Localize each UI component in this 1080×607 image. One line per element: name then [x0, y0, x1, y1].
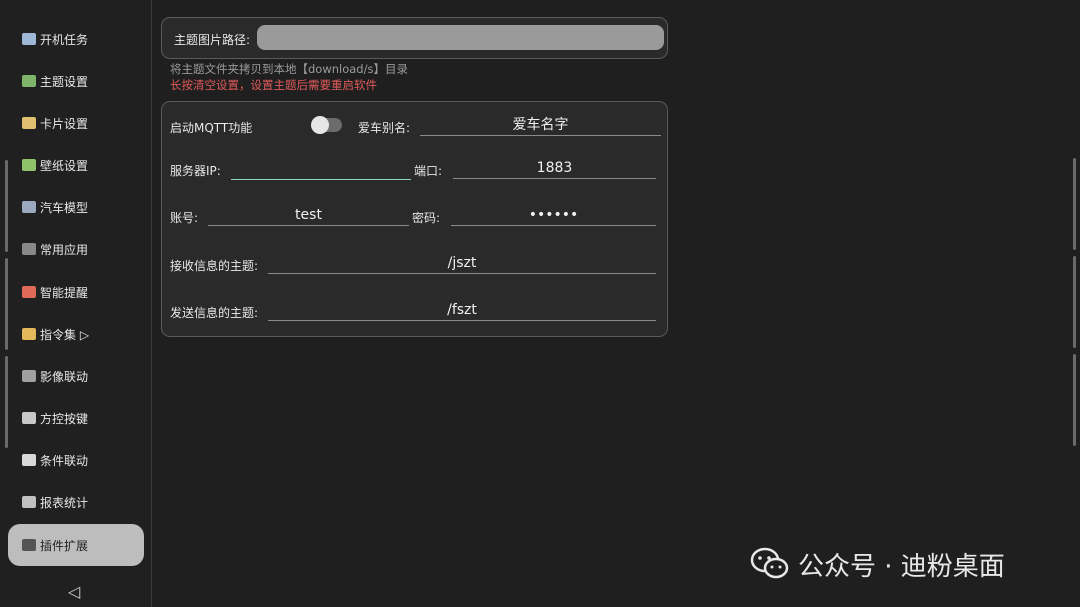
sidebar-item-4[interactable]: 汽车模型: [8, 186, 144, 228]
sidebar-item-0[interactable]: 开机任务: [8, 18, 144, 60]
wechat-icon: [750, 547, 790, 581]
theme-path-input[interactable]: [257, 25, 664, 50]
account-label: 账号:: [170, 211, 199, 225]
theme-path-label: 主题图片路径:: [174, 33, 251, 47]
chart-icon: [22, 496, 36, 508]
sidebar-item-label: 主题设置: [40, 74, 89, 89]
sidebar-item-9[interactable]: 方控按键: [8, 397, 144, 439]
back-icon[interactable]: ◁: [62, 580, 86, 602]
sidebar-item-7[interactable]: 指令集 ▷: [8, 313, 144, 355]
palette-icon: [22, 75, 36, 87]
sidebar-item-label: 插件扩展: [40, 538, 89, 553]
sidebar-item-11[interactable]: 报表统计: [8, 481, 144, 523]
sidebar-item-label: 影像联动: [40, 369, 89, 384]
sidebar-item-5[interactable]: 常用应用: [8, 228, 144, 270]
port-input[interactable]: 1883: [453, 157, 656, 179]
card-icon: [22, 117, 36, 129]
theme-hint-text: 将主题文件夹拷贝到本地【download/s】目录: [170, 62, 408, 76]
sidebar-item-12[interactable]: 插件扩展: [8, 524, 144, 566]
receive-topic-input[interactable]: /jszt: [268, 252, 656, 274]
main-scrollbar-segment[interactable]: [1073, 354, 1076, 446]
password-input[interactable]: ••••••: [451, 204, 656, 226]
mqtt-enable-label: 启动MQTT功能: [170, 121, 253, 135]
password-label: 密码:: [412, 211, 441, 225]
camera-icon: [22, 370, 36, 382]
send-topic-input[interactable]: /fszt: [268, 299, 656, 321]
sidebar-item-label: 开机任务: [40, 32, 89, 47]
receive-topic-label: 接收信息的主题:: [170, 259, 259, 273]
car-icon: [22, 201, 36, 213]
sidebar-item-1[interactable]: 主题设置: [8, 60, 144, 102]
server-ip-input[interactable]: [231, 158, 411, 180]
sidebar-item-label: 智能提醒: [40, 285, 89, 300]
sidebar-item-label: 报表统计: [40, 495, 89, 510]
sidebar-item-8[interactable]: 影像联动: [8, 355, 144, 397]
sidebar-item-label: 条件联动: [40, 453, 89, 468]
watermark-text: 公众号 · 迪粉桌面: [798, 551, 1005, 582]
plug-icon: [22, 539, 36, 551]
sidebar-item-label: 壁纸设置: [40, 158, 89, 173]
watermark: 公众号 · 迪粉桌面: [750, 544, 1005, 584]
sidebar-item-label: 方控按键: [40, 411, 89, 426]
sidebar-item-10[interactable]: 条件联动: [8, 439, 144, 481]
account-input[interactable]: test: [208, 204, 409, 226]
keyboard-icon: [22, 412, 36, 424]
coffee-icon: [22, 454, 36, 466]
main-scrollbar-segment[interactable]: [1073, 158, 1076, 250]
sidebar-item-label: 汽车模型: [40, 200, 89, 215]
car-alias-label: 爱车别名:: [358, 121, 411, 135]
server-ip-label: 服务器IP:: [170, 164, 221, 178]
sidebar-item-label: 指令集 ▷: [40, 327, 90, 342]
laptop-icon: [22, 33, 36, 45]
car-alias-input[interactable]: 爱车名字: [420, 114, 661, 136]
picture-icon: [22, 159, 36, 171]
mqtt-panel: 启动MQTT功能 爱车别名: 爱车名字 服务器IP: 端口: 1883 账号: …: [161, 101, 668, 337]
sidebar-item-label: 常用应用: [40, 242, 89, 257]
theme-warning-text: 长按清空设置，设置主题后需要重启软件: [170, 78, 377, 92]
theme-path-panel: 主题图片路径:: [161, 17, 668, 59]
mqtt-enable-toggle[interactable]: [311, 116, 342, 134]
sidebar: 开机任务主题设置卡片设置壁纸设置汽车模型常用应用智能提醒指令集 ▷ 影像联动方控按…: [0, 0, 152, 607]
sidebar-item-3[interactable]: 壁纸设置: [8, 144, 144, 186]
toggle-knob: [311, 116, 329, 134]
send-topic-label: 发送信息的主题:: [170, 306, 259, 320]
main-scrollbar-segment[interactable]: [1073, 256, 1076, 348]
phone-icon: [22, 243, 36, 255]
sidebar-item-6[interactable]: 智能提醒: [8, 271, 144, 313]
megaphone-icon: [22, 286, 36, 298]
sidebar-item-label: 卡片设置: [40, 116, 89, 131]
port-label: 端口:: [414, 164, 443, 178]
tag-icon: [22, 328, 36, 340]
sidebar-item-2[interactable]: 卡片设置: [8, 102, 144, 144]
